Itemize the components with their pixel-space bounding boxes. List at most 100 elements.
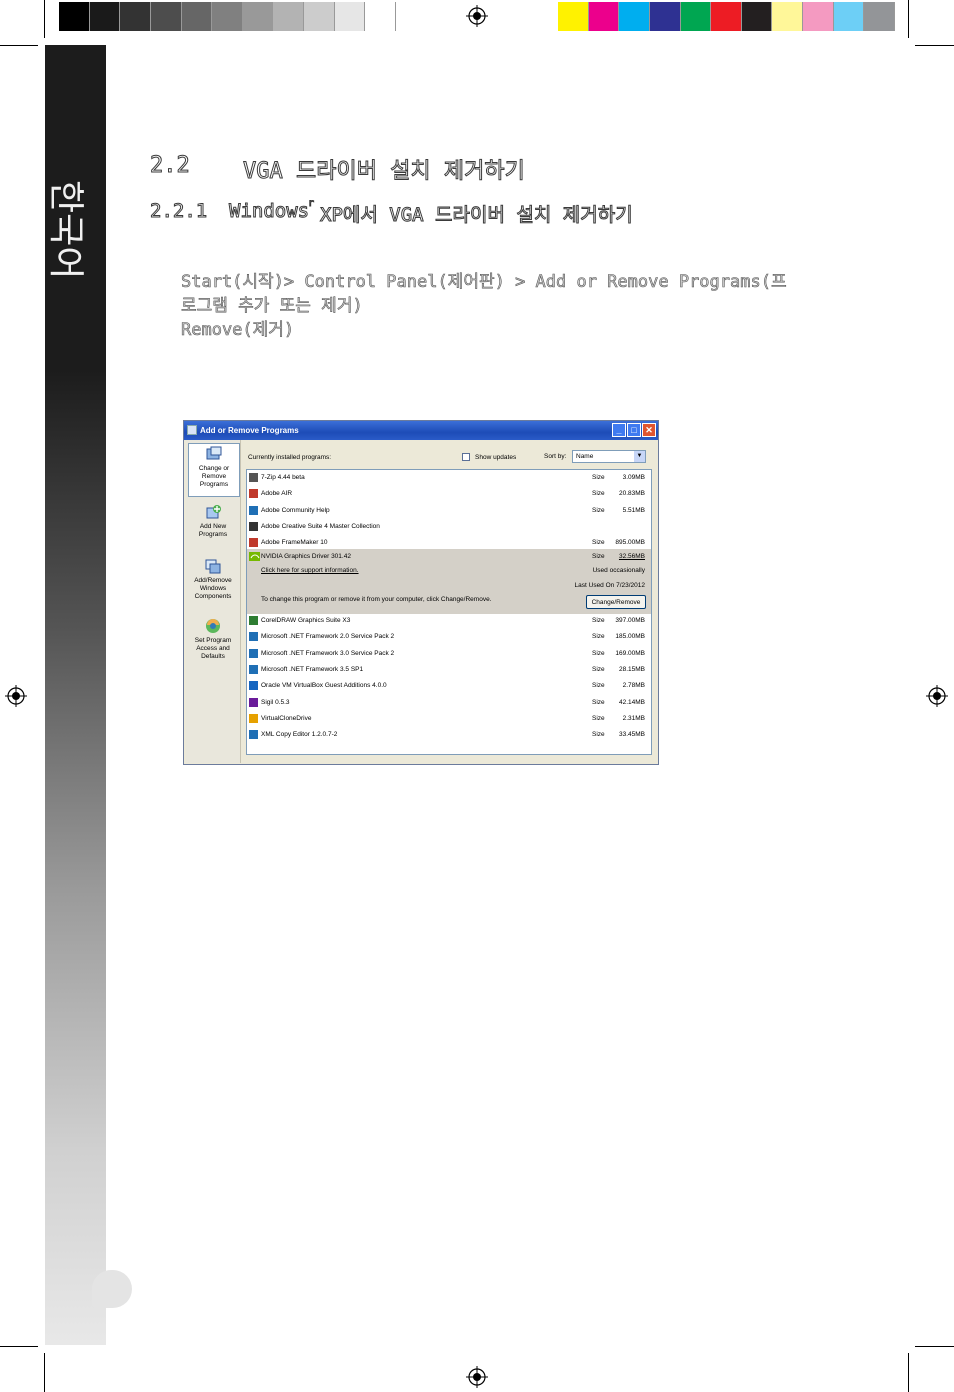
program-row[interactable]: Oracle VM VirtualBox Guest Additions 4.0… xyxy=(247,681,651,693)
program-row[interactable]: VirtualCloneDrive Size 2.31MB xyxy=(247,713,651,726)
app-icon xyxy=(187,425,197,435)
selected-program-row[interactable]: NVIDIA Graphics Driver 301.42 Size 32.56… xyxy=(247,549,651,614)
crop-mark xyxy=(908,1353,909,1392)
crop-mark xyxy=(915,45,954,46)
windows-components-label: Add/Remove Windows Components xyxy=(194,577,232,600)
show-updates-checkbox[interactable] xyxy=(462,453,470,461)
color-swatch xyxy=(273,2,305,31)
windows-components-button[interactable]: Add/Remove Windows Components xyxy=(188,556,238,604)
size-label: Size xyxy=(592,490,605,498)
program-icon xyxy=(249,648,258,658)
selected-program-name: NVIDIA Graphics Driver 301.42 xyxy=(261,553,351,560)
window-title: Add or Remove Programs xyxy=(200,426,299,435)
color-swatch xyxy=(181,2,213,31)
program-icon xyxy=(249,473,258,482)
program-access-defaults-button[interactable]: Set Program Access and Defaults xyxy=(188,616,238,664)
subsection-title: Windows xyxy=(228,200,310,223)
color-swatch xyxy=(741,2,773,31)
size-label: Size xyxy=(592,682,605,690)
crop-mark xyxy=(915,1346,954,1347)
program-size: 3.09MB xyxy=(622,474,645,481)
add-new-programs-button[interactable]: Add New Programs xyxy=(188,502,238,546)
program-size: 2.78MB xyxy=(622,682,645,690)
program-icon xyxy=(249,521,258,531)
size-label: Size xyxy=(592,665,605,673)
size-label: Size xyxy=(592,539,605,547)
program-defaults-icon xyxy=(206,619,220,633)
page-number-bubble xyxy=(92,1270,132,1308)
program-row[interactable]: Microsoft .NET Framework 3.0 Service Pac… xyxy=(247,648,651,661)
program-row[interactable]: 7-Zip 4.44 beta Size 3.09MB xyxy=(247,473,651,485)
program-row[interactable]: Microsoft .NET Framework 2.0 Service Pac… xyxy=(247,632,651,644)
window-titlebar: Add or Remove Programs _ □ ✕ xyxy=(184,421,658,440)
color-swatch xyxy=(772,2,804,31)
minimize-button[interactable]: _ xyxy=(612,423,626,437)
program-size: 185.00MB xyxy=(615,633,645,641)
sort-by-label: Sort by: xyxy=(544,453,567,460)
show-updates-label: Show updates xyxy=(475,454,517,461)
program-name: Adobe Creative Suite 4 Master Collection xyxy=(261,522,380,530)
color-swatch xyxy=(833,2,865,31)
selected-size-label: Size xyxy=(592,553,605,560)
program-row[interactable]: Adobe AIR Size 20.83MB xyxy=(247,489,651,501)
sort-by-select[interactable]: Name ▼ xyxy=(572,450,646,463)
program-name: 7-Zip 4.44 beta xyxy=(261,474,305,481)
sidebar-language-label: 한국어 xyxy=(45,180,86,280)
registration-mark-icon xyxy=(926,685,948,707)
crop-mark xyxy=(0,45,38,46)
add-programs-icon xyxy=(206,505,221,519)
color-swatch xyxy=(150,2,182,31)
windows-components-icon xyxy=(205,559,221,574)
color-swatch xyxy=(649,2,681,31)
subsection-number: 2.2.1 xyxy=(149,200,208,223)
add-remove-programs-window: Add or Remove Programs _ □ ✕ Change or R… xyxy=(183,420,659,765)
section-number: 2.2 xyxy=(150,153,191,179)
color-swatch xyxy=(365,2,396,31)
program-name: VirtualCloneDrive xyxy=(261,714,312,722)
change-remove-icon xyxy=(206,446,222,460)
subsection-title-rest: XP에서 VGA 드라이버 설치 제거하기 xyxy=(320,204,634,227)
color-swatch xyxy=(588,2,620,31)
color-swatch xyxy=(212,2,243,31)
program-row[interactable]: Sigil 0.5.3 Size 42.14MB xyxy=(247,697,651,710)
program-row[interactable]: Microsoft .NET Framework 3.5 SP1 Size 28.1… xyxy=(247,664,651,677)
program-size: 169.00MB xyxy=(615,649,645,657)
change-remove-description: To change this program or remove it from… xyxy=(261,596,492,603)
size-label: Size xyxy=(592,506,605,514)
crop-mark xyxy=(0,1346,38,1347)
close-button[interactable]: ✕ xyxy=(642,423,656,437)
program-icon xyxy=(249,697,258,707)
color-swatch xyxy=(803,2,834,31)
program-icon xyxy=(249,664,258,674)
crop-mark xyxy=(44,0,45,38)
program-name: CorelDRAW Graphics Suite X3 xyxy=(261,617,351,624)
size-label: Size xyxy=(592,698,605,706)
program-row[interactable]: CorelDRAW Graphics Suite X3 Size 397.00MB xyxy=(247,616,651,628)
program-row[interactable]: XML Copy Editor 1.2.0.7-2 Size 33.45MB xyxy=(247,730,651,742)
size-label: Size xyxy=(592,714,605,722)
program-size: 5.51MB xyxy=(622,506,645,514)
change-remove-button[interactable]: Change/Remove xyxy=(586,595,646,609)
change-remove-programs-button[interactable]: Change or Remove Programs xyxy=(188,443,240,497)
program-row[interactable]: Adobe Creative Suite 4 Master Collection xyxy=(247,521,651,534)
program-name: Sigil 0.5.3 xyxy=(261,698,290,706)
program-size: 895.00MB xyxy=(615,539,645,547)
instruction-line-2: 로그램 추가 또는 제거) xyxy=(181,296,363,317)
program-size: 28.15MB xyxy=(618,665,645,673)
nvidia-icon xyxy=(249,552,260,561)
color-swatch xyxy=(864,2,895,31)
program-name: Oracle VM VirtualBox Guest Additions 4.0… xyxy=(261,682,387,690)
program-name: Adobe Community Help xyxy=(261,506,330,514)
registration-mark-icon xyxy=(466,1366,488,1388)
support-info-link[interactable]: Click here for support information. xyxy=(261,567,359,574)
program-icon xyxy=(249,538,258,548)
program-icon xyxy=(249,505,258,515)
program-row[interactable]: Adobe Community Help Size 5.51MB xyxy=(247,505,651,518)
size-label: Size xyxy=(592,633,605,641)
program-icon xyxy=(249,681,258,691)
color-swatch xyxy=(59,2,90,31)
color-swatch xyxy=(242,2,274,31)
maximize-button[interactable]: □ xyxy=(627,423,641,437)
sort-by-value: Name xyxy=(576,453,594,460)
program-name: Microsoft .NET Framework 2.0 Service Pac… xyxy=(261,633,395,641)
